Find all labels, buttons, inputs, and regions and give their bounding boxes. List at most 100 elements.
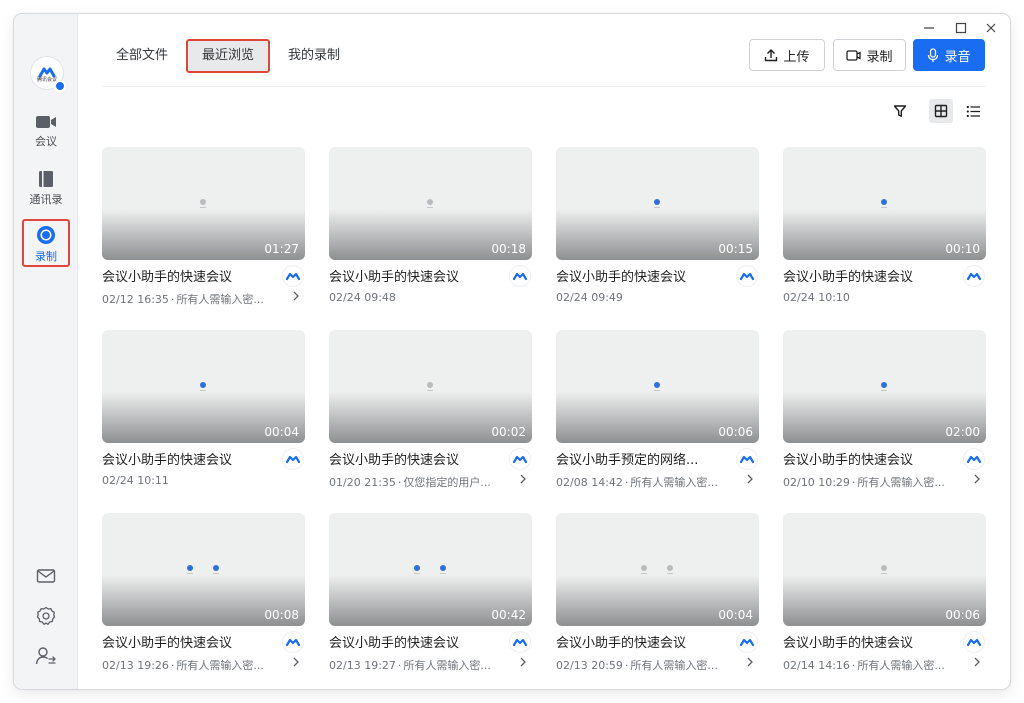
tencent-meeting-logo-icon: [964, 632, 984, 652]
account-button[interactable]: [34, 644, 58, 668]
recording-meta: 02/08 14:42 · 所有人需输入密...: [556, 474, 741, 490]
chevron-right-icon[interactable]: [972, 656, 982, 668]
recording-thumbnail[interactable]: 00:06: [556, 330, 759, 443]
recording-thumbnail[interactable]: 00:42: [329, 513, 532, 626]
recording-thumbnail[interactable]: 02:00: [783, 330, 986, 443]
recording-title[interactable]: 会议小助手的快速会议: [102, 449, 282, 468]
close-button[interactable]: [977, 18, 1005, 38]
recording-card[interactable]: 00:42 会议小助手的快速会议 02/13 19:27 · 所有人需输入密...: [329, 513, 532, 683]
minimize-icon: [924, 27, 934, 29]
recording-meta: 02/13 19:26 · 所有人需输入密...: [102, 657, 287, 673]
recording-thumbnail[interactable]: 00:18: [329, 147, 532, 260]
tab-bar: 全部文件 最近浏览 我的录制: [102, 36, 358, 76]
filter-icon: [893, 105, 907, 117]
recording-meta: 02/24 09:49: [556, 291, 741, 304]
recording-title[interactable]: 会议小助手的快速会议: [783, 266, 963, 285]
chevron-right-icon[interactable]: [745, 473, 755, 485]
app-logo[interactable]: 腾讯会议: [31, 57, 66, 92]
recording-time: 02/14 14:16: [783, 659, 850, 672]
recording-card[interactable]: 01:27 会议小助手的快速会议 02/12 16:35 · 所有人需输入密...: [102, 147, 305, 317]
mail-button[interactable]: [34, 564, 58, 588]
tencent-meeting-logo-icon: [737, 266, 757, 286]
sidebar-item-contacts[interactable]: 通讯录: [22, 166, 70, 212]
grid-view-icon: [934, 104, 948, 118]
recording-access-note: 所有人需输入密...: [630, 659, 718, 672]
upload-button[interactable]: 上传: [749, 39, 825, 71]
recording-thumbnail[interactable]: 00:08: [102, 513, 305, 626]
recording-meta: 02/24 10:11: [102, 474, 287, 487]
recording-thumbnail[interactable]: 00:04: [556, 513, 759, 626]
record-button[interactable]: 录制: [833, 39, 906, 71]
recording-thumbnail[interactable]: 00:10: [783, 147, 986, 260]
recording-card[interactable]: 00:04 会议小助手的快速会议 02/24 10:11: [102, 330, 305, 500]
recording-time: 02/24 09:48: [329, 291, 396, 304]
settings-button[interactable]: [34, 604, 58, 628]
tencent-meeting-logo-icon: [964, 266, 984, 286]
recording-access-note: 所有人需输入密...: [176, 293, 264, 306]
sidebar-item-label: 通讯录: [29, 193, 63, 206]
recording-title[interactable]: 会议小助手的快速会议: [329, 632, 509, 651]
recording-access-note: 仅您指定的用户...: [403, 476, 491, 489]
recording-title[interactable]: 会议小助手的快速会议: [556, 266, 736, 285]
recording-thumbnail[interactable]: 00:04: [102, 330, 305, 443]
chevron-right-icon[interactable]: [745, 656, 755, 668]
chevron-right-icon[interactable]: [518, 473, 528, 485]
recording-title[interactable]: 会议小助手的快速会议: [783, 449, 963, 468]
recording-time: 02/24 09:49: [556, 291, 623, 304]
tencent-meeting-logo-icon: [510, 632, 530, 652]
recording-title[interactable]: 会议小助手预定的网络...: [556, 449, 736, 468]
thumbnail-avatar-icon: [881, 199, 887, 208]
recording-card[interactable]: 00:04 会议小助手的快速会议 02/13 20:59 · 所有人需输入密...: [556, 513, 759, 683]
filter-button[interactable]: [888, 99, 912, 123]
contacts-book-icon: [39, 171, 53, 187]
recording-meta: 02/13 19:27 · 所有人需输入密...: [329, 657, 514, 673]
recording-thumbnail[interactable]: 01:27: [102, 147, 305, 260]
chevron-right-icon[interactable]: [518, 656, 528, 668]
chevron-right-icon[interactable]: [291, 290, 301, 302]
thumbnail-avatar-icon: [667, 565, 673, 574]
recording-time: 02/12 16:35: [102, 293, 169, 306]
recording-thumbnail[interactable]: 00:15: [556, 147, 759, 260]
recording-card[interactable]: 00:06 会议小助手的快速会议 02/14 14:16 · 所有人需输入密...: [783, 513, 986, 683]
recording-card[interactable]: 00:02 会议小助手的快速会议 01/20 21:35 · 仅您指定的用户...: [329, 330, 532, 500]
recording-card[interactable]: 00:10 会议小助手的快速会议 02/24 10:10: [783, 147, 986, 317]
recording-title[interactable]: 会议小助手的快速会议: [329, 449, 509, 468]
mail-icon: [36, 569, 56, 583]
recording-duration: 00:06: [718, 425, 753, 439]
recording-card[interactable]: 00:08 会议小助手的快速会议 02/13 19:26 · 所有人需输入密...: [102, 513, 305, 683]
minimize-button[interactable]: [915, 18, 943, 38]
recording-card[interactable]: 00:15 会议小助手的快速会议 02/24 09:49: [556, 147, 759, 317]
thumbnail-avatar-icon: [414, 565, 420, 574]
recording-thumbnail[interactable]: 00:06: [783, 513, 986, 626]
recording-thumbnail[interactable]: 00:02: [329, 330, 532, 443]
recording-meta: 02/12 16:35 · 所有人需输入密...: [102, 291, 287, 307]
list-view-button[interactable]: [961, 99, 985, 123]
thumbnail-avatar-icon: [881, 382, 887, 391]
sidebar-item-recordings[interactable]: 录制: [22, 219, 70, 267]
tab-my-recordings[interactable]: 我的录制: [274, 39, 354, 73]
tencent-meeting-logo-icon: [510, 449, 530, 469]
recording-title[interactable]: 会议小助手的快速会议: [102, 266, 282, 285]
recording-title[interactable]: 会议小助手的快速会议: [783, 632, 963, 651]
sidebar-item-meetings[interactable]: 会议: [22, 110, 70, 156]
recording-title[interactable]: 会议小助手的快速会议: [329, 266, 509, 285]
chevron-right-icon[interactable]: [972, 473, 982, 485]
tab-all-files[interactable]: 全部文件: [102, 39, 182, 73]
chevron-right-icon[interactable]: [291, 656, 301, 668]
recording-title[interactable]: 会议小助手的快速会议: [102, 632, 282, 651]
audio-record-button[interactable]: 录音: [913, 39, 985, 71]
recording-duration: 00:08: [264, 608, 299, 622]
recording-time: 02/10 10:29: [783, 476, 850, 489]
tab-recently-viewed[interactable]: 最近浏览: [186, 39, 271, 73]
recording-time: 02/13 19:26: [102, 659, 169, 672]
maximize-button[interactable]: [947, 18, 975, 38]
recording-time: 02/24 10:10: [783, 291, 850, 304]
recording-card[interactable]: 00:18 会议小助手的快速会议 02/24 09:48: [329, 147, 532, 317]
recording-meta: 02/24 10:10: [783, 291, 968, 304]
recording-title[interactable]: 会议小助手的快速会议: [556, 632, 736, 651]
recording-duration: 02:00: [945, 425, 980, 439]
grid-view-button[interactable]: [929, 99, 953, 123]
recording-card[interactable]: 00:06 会议小助手预定的网络... 02/08 14:42 · 所有人需输入密...: [556, 330, 759, 500]
recording-card[interactable]: 02:00 会议小助手的快速会议 02/10 10:29 · 所有人需输入密...: [783, 330, 986, 500]
tencent-meeting-logo-icon: [283, 632, 303, 652]
